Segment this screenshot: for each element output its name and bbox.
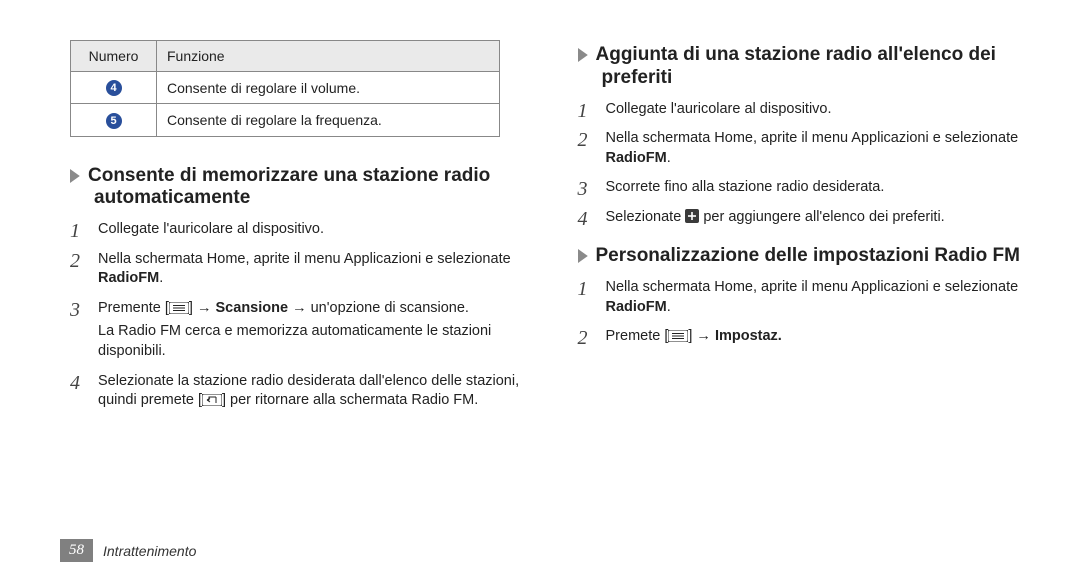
back-key-icon bbox=[202, 394, 222, 406]
function-cell: Consente di regolare la frequenza. bbox=[157, 104, 500, 136]
steps-auto-store: 1 Collegate l'auricolare al dispositivo.… bbox=[70, 220, 523, 415]
table-row: 4 Consente di regolare il volume. bbox=[71, 72, 500, 104]
heading-auto-store: Consente di memorizzare una stazione rad… bbox=[70, 165, 523, 211]
table-header-row: Numero Funzione bbox=[71, 41, 500, 72]
list-item: 4 Selezionate per aggiungere all'elenco … bbox=[578, 208, 1031, 232]
menu-key-icon bbox=[169, 302, 189, 314]
step-number: 3 bbox=[70, 299, 88, 366]
heading-add-favorite: Aggiunta di una stazione radio all'elenc… bbox=[578, 44, 1031, 90]
list-item: 3 Scorrete fino alla stazione radio desi… bbox=[578, 178, 1031, 202]
chevron-right-icon bbox=[70, 165, 88, 188]
list-item: 2 Nella schermata Home, aprite il menu A… bbox=[70, 250, 523, 293]
step-number: 1 bbox=[578, 278, 596, 321]
function-cell: Consente di regolare il volume. bbox=[157, 72, 500, 104]
step-number: 2 bbox=[70, 250, 88, 293]
header-numero: Numero bbox=[71, 41, 157, 72]
header-funzione: Funzione bbox=[157, 41, 500, 72]
page-footer: 58 Intrattenimento bbox=[60, 539, 196, 562]
number-badge-4: 4 bbox=[106, 80, 122, 96]
step-number: 1 bbox=[70, 220, 88, 244]
list-item: 2 Premete [] → Impostaz. bbox=[578, 327, 1031, 351]
menu-key-icon bbox=[668, 330, 688, 342]
two-column-layout: Numero Funzione 4 Consente di regolare i… bbox=[70, 40, 1030, 566]
step-number: 4 bbox=[578, 208, 596, 232]
list-item: 1 Collegate l'auricolare al dispositivo. bbox=[70, 220, 523, 244]
step-body: Premente [] → Scansione → un'opzione di … bbox=[98, 299, 523, 366]
step-number: 4 bbox=[70, 372, 88, 415]
step-body: Nella schermata Home, aprite il menu App… bbox=[98, 250, 523, 293]
chevron-right-icon bbox=[578, 245, 596, 268]
right-column: Aggiunta di una stazione radio all'elenc… bbox=[578, 40, 1031, 566]
list-item: 4 Selezionate la stazione radio desidera… bbox=[70, 372, 523, 415]
step-number: 2 bbox=[578, 129, 596, 172]
heading-customize-fm: Personalizzazione delle impostazioni Rad… bbox=[578, 245, 1031, 268]
section-title: Intrattenimento bbox=[103, 543, 196, 559]
steps-customize-fm: 1 Nella schermata Home, aprite il menu A… bbox=[578, 278, 1031, 351]
step-body: Selezionate la stazione radio desiderata… bbox=[98, 372, 523, 415]
steps-add-favorite: 1 Collegate l'auricolare al dispositivo.… bbox=[578, 100, 1031, 232]
step-number: 2 bbox=[578, 327, 596, 351]
step-number: 1 bbox=[578, 100, 596, 124]
plus-box-icon bbox=[685, 209, 699, 223]
step-number: 3 bbox=[578, 178, 596, 202]
step-body: Collegate l'auricolare al dispositivo. bbox=[98, 220, 523, 244]
list-item: 3 Premente [] → Scansione → un'opzione d… bbox=[70, 299, 523, 366]
page-number: 58 bbox=[60, 539, 93, 562]
table-row: 5 Consente di regolare la frequenza. bbox=[71, 104, 500, 136]
function-table: Numero Funzione 4 Consente di regolare i… bbox=[70, 40, 500, 137]
list-item: 1 Collegate l'auricolare al dispositivo. bbox=[578, 100, 1031, 124]
left-column: Numero Funzione 4 Consente di regolare i… bbox=[70, 40, 523, 566]
number-badge-5: 5 bbox=[106, 113, 122, 129]
list-item: 2 Nella schermata Home, aprite il menu A… bbox=[578, 129, 1031, 172]
manual-page: Numero Funzione 4 Consente di regolare i… bbox=[0, 0, 1080, 586]
list-item: 1 Nella schermata Home, aprite il menu A… bbox=[578, 278, 1031, 321]
chevron-right-icon bbox=[578, 44, 596, 67]
